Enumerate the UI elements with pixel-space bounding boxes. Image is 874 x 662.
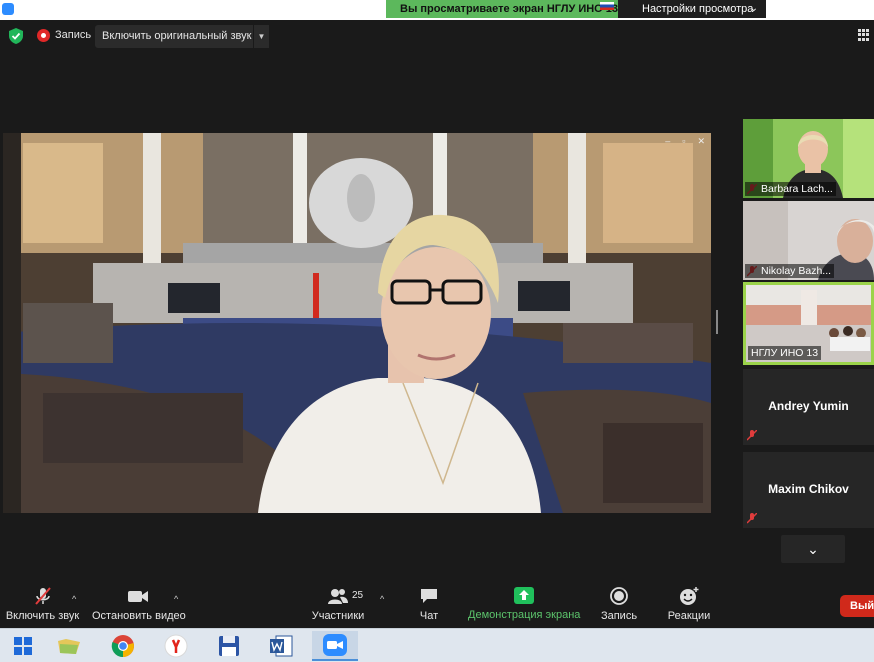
save-icon bbox=[219, 636, 239, 656]
bundestag-video-frame bbox=[3, 133, 711, 513]
flag-icon bbox=[600, 2, 614, 10]
windows-taskbar bbox=[0, 628, 874, 662]
gallery-view-icon[interactable] bbox=[858, 29, 870, 41]
muted-microphone-icon bbox=[34, 587, 51, 605]
title-strip: Вы просматриваете экран НГЛУ ИНО 13 Наст… bbox=[0, 0, 874, 20]
participant-name: Barbara Lach... bbox=[745, 182, 836, 196]
security-shield-icon[interactable] bbox=[9, 28, 23, 44]
yandex-icon bbox=[164, 634, 188, 658]
taskbar-explorer[interactable] bbox=[46, 631, 92, 661]
view-settings-button[interactable]: Настройки просмотра ⌄ bbox=[618, 0, 766, 18]
meeting-toolbar: Запись Включить оригинальный звук ▼ bbox=[0, 20, 874, 52]
video-label: Остановить видео bbox=[92, 610, 186, 622]
windows-start-icon bbox=[14, 637, 32, 655]
zoom-icon bbox=[323, 634, 347, 656]
recording-label: Запись bbox=[55, 29, 92, 41]
participant-tile-1[interactable]: Barbara Lach... bbox=[743, 119, 874, 198]
chat-bubble-icon bbox=[421, 589, 437, 603]
restore-icon[interactable]: ▫ bbox=[682, 136, 685, 147]
screen-share-banner: Вы просматриваете экран НГЛУ ИНО 13 bbox=[386, 0, 618, 18]
participants-button[interactable]: Участники bbox=[308, 578, 368, 628]
taskbar-zoom[interactable] bbox=[312, 631, 358, 661]
leave-meeting-button[interactable]: Выйти bbox=[840, 595, 874, 617]
participants-options-caret-icon[interactable]: ^ bbox=[380, 594, 384, 604]
taskbar-chrome[interactable] bbox=[100, 631, 146, 661]
participants-icon bbox=[328, 589, 348, 604]
view-settings-label: Настройки просмотра bbox=[642, 3, 754, 15]
share-screen-button[interactable]: Демонстрация экрана bbox=[468, 578, 580, 628]
chat-button[interactable]: Чат bbox=[410, 578, 448, 628]
zoom-meeting-window: Вы просматриваете экран НГЛУ ИНО 13 Наст… bbox=[0, 0, 874, 662]
participants-count: 25 bbox=[352, 590, 364, 601]
record-icon bbox=[610, 587, 628, 605]
share-screen-label: Демонстрация экрана bbox=[468, 609, 581, 621]
chevron-down-icon: ⌄ bbox=[807, 541, 819, 557]
chevron-down-icon: ⌄ bbox=[749, 3, 758, 14]
unmute-label: Включить звук bbox=[5, 610, 80, 622]
panel-resize-handle[interactable] bbox=[716, 310, 718, 334]
participant-name: Andrey Yumin bbox=[768, 399, 849, 413]
scroll-down-button[interactable]: ⌄ bbox=[781, 535, 845, 563]
video-button[interactable]: Остановить видео bbox=[92, 578, 186, 628]
chat-label: Чат bbox=[419, 610, 439, 622]
chrome-icon bbox=[111, 635, 134, 658]
original-sound-button[interactable]: Включить оригинальный звук bbox=[95, 25, 253, 48]
zoom-logo-icon bbox=[2, 3, 14, 15]
audio-options-caret-icon[interactable]: ^ bbox=[72, 594, 76, 604]
participant-tile-3-active-speaker[interactable]: НГЛУ ИНО 13 bbox=[743, 282, 874, 365]
recording-indicator-icon bbox=[37, 29, 50, 42]
word-icon bbox=[270, 635, 293, 657]
close-icon[interactable]: ✕ bbox=[697, 136, 705, 147]
taskbar-save-app[interactable] bbox=[206, 631, 252, 661]
participant-name: Maxim Chikov bbox=[768, 482, 849, 496]
muted-mic-icon bbox=[747, 513, 757, 524]
share-banner-text: Вы просматриваете экран НГЛУ ИНО 13 bbox=[400, 3, 618, 15]
original-sound-dropdown-icon[interactable]: ▼ bbox=[254, 25, 269, 48]
participant-name: Nikolay Bazh... bbox=[745, 264, 835, 278]
meeting-controls-bar: Включить звук ^ Остановить видео ^ Участ… bbox=[0, 578, 874, 628]
taskbar-word[interactable] bbox=[258, 631, 304, 661]
record-label: Запись bbox=[600, 610, 638, 622]
participant-tile-4[interactable]: Andrey Yumin bbox=[743, 369, 874, 445]
muted-mic-icon bbox=[747, 430, 757, 441]
participant-tile-2[interactable]: Nikolay Bazh... bbox=[743, 201, 874, 280]
unmute-button[interactable]: Включить звук bbox=[5, 578, 80, 628]
taskbar-yandex[interactable] bbox=[153, 631, 199, 661]
minimize-icon[interactable]: – bbox=[665, 136, 670, 147]
participant-name: НГЛУ ИНО 13 bbox=[748, 346, 822, 360]
participants-label: Участники bbox=[311, 610, 365, 622]
video-options-caret-icon[interactable]: ^ bbox=[174, 594, 178, 604]
reactions-label: Реакции bbox=[667, 610, 711, 622]
record-button[interactable]: Запись bbox=[598, 578, 640, 628]
folder-icon bbox=[58, 639, 80, 654]
video-camera-icon bbox=[128, 591, 148, 602]
shared-screen-video: – ▫ ✕ bbox=[3, 133, 711, 513]
participant-tile-5[interactable]: Maxim Chikov bbox=[743, 452, 874, 528]
windows-start-button[interactable] bbox=[0, 631, 46, 661]
reactions-emoji-icon bbox=[680, 587, 699, 605]
video-window-controls: – ▫ ✕ bbox=[665, 136, 705, 147]
reactions-button[interactable]: Реакции bbox=[664, 578, 714, 628]
share-screen-icon bbox=[514, 587, 534, 604]
